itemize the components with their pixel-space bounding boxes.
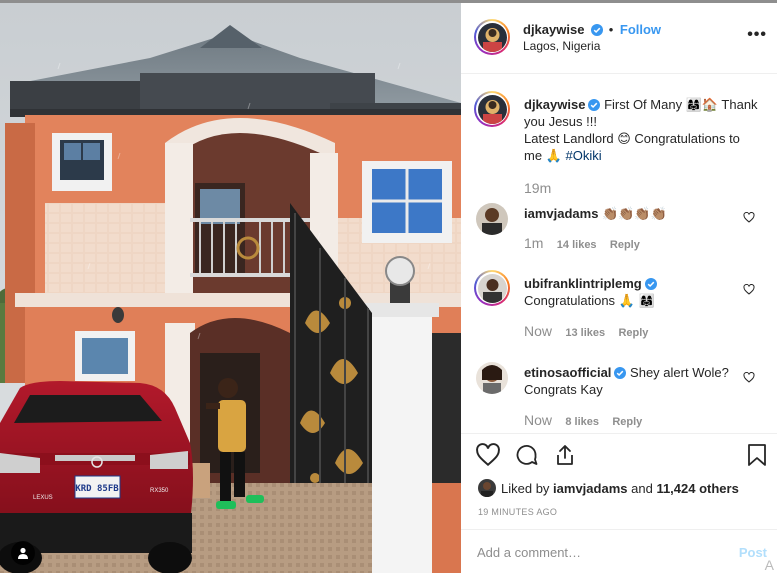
- heart-icon[interactable]: [743, 372, 755, 383]
- caption: djkaywise First Of Many 👩‍👩‍👧🏠 Thank you…: [524, 96, 760, 164]
- post-photo[interactable]: KRD 85FB LEXUS RX350: [0, 3, 461, 573]
- share-icon[interactable]: [553, 443, 577, 467]
- heart-icon[interactable]: [475, 443, 501, 467]
- comment-text: Congratulations 🙏 👩‍👩‍👧: [524, 293, 655, 308]
- comment-text: 👏🏽👏🏽👏🏽👏🏽: [602, 206, 667, 221]
- avatar-image: [478, 479, 496, 497]
- post-comment-button[interactable]: Post: [739, 545, 767, 560]
- more-icon[interactable]: •••: [747, 27, 767, 43]
- add-comment-input[interactable]: Add a comment…: [477, 545, 581, 560]
- bookmark-icon[interactable]: [747, 443, 767, 467]
- liked-by-prefix: Liked by: [501, 481, 550, 496]
- comment-reply-button[interactable]: Reply: [612, 416, 642, 428]
- liked-by-and: and: [631, 481, 653, 496]
- comment-avatar[interactable]: [476, 362, 508, 394]
- caption-username[interactable]: djkaywise: [524, 97, 585, 112]
- avatar-image: [476, 362, 508, 394]
- comment-avatar[interactable]: [476, 203, 508, 235]
- corner-glyph: A: [764, 557, 774, 573]
- car-brand-text: LEXUS: [33, 495, 53, 501]
- avatar-image: [477, 22, 507, 52]
- post-header: djkaywise • Follow Lagos, Nigeria •••: [461, 3, 777, 74]
- comment-icon[interactable]: [514, 443, 539, 467]
- avatar-image: [476, 203, 508, 235]
- avatar-image: [477, 273, 507, 303]
- heart-icon[interactable]: [743, 212, 755, 223]
- tagged-users-button[interactable]: [11, 541, 35, 565]
- license-plate-text: KRD 85FB: [75, 484, 119, 494]
- comment-meta: Now 8 likes Reply: [524, 412, 642, 428]
- comment-username[interactable]: iamvjadams: [524, 206, 598, 221]
- add-comment-bar: Add a comment… Post: [461, 529, 777, 574]
- verified-icon: [591, 24, 604, 36]
- comment-likes[interactable]: 8 likes: [565, 416, 599, 428]
- comment: iamvjadams 👏🏽👏🏽👏🏽👏🏽: [524, 205, 760, 222]
- verified-icon: [614, 367, 627, 379]
- comment-likes[interactable]: 14 likes: [557, 239, 597, 251]
- verified-icon: [644, 278, 657, 290]
- post-actions: Liked by iamvjadams and 11,424 others 19…: [461, 433, 777, 530]
- verified-icon: [588, 99, 601, 111]
- comment-username[interactable]: etinosaofficial: [524, 365, 611, 380]
- liked-by-avatar[interactable]: [478, 479, 496, 497]
- caption-avatar[interactable]: [474, 91, 510, 127]
- post-location[interactable]: Lagos, Nigeria: [523, 39, 600, 53]
- house-photo-illustration: KRD 85FB LEXUS RX350: [0, 3, 461, 573]
- author-username[interactable]: djkaywise: [523, 22, 584, 37]
- caption-line-2: Latest Landlord 😊 Congratulations to me …: [524, 131, 740, 163]
- separator-dot: •: [608, 22, 614, 37]
- comment-username[interactable]: ubifranklintriplemg: [524, 276, 642, 291]
- comment-avatar[interactable]: [474, 270, 510, 306]
- liked-by-username[interactable]: iamvjadams: [553, 481, 627, 496]
- caption-time[interactable]: 19m: [524, 180, 551, 196]
- caption-meta: 19m: [524, 180, 551, 196]
- liked-by-count[interactable]: 11,424 others: [656, 481, 738, 496]
- heart-icon[interactable]: [743, 284, 755, 295]
- avatar-image: [477, 94, 507, 124]
- comment: etinosaofficial Shey alert Wole? Congrat…: [524, 364, 760, 398]
- caption-hashtag[interactable]: #Okiki: [565, 148, 601, 163]
- comment-reply-button[interactable]: Reply: [610, 239, 640, 251]
- comment-time[interactable]: Now: [524, 323, 552, 339]
- comments-list[interactable]: djkaywise First Of Many 👩‍👩‍👧🏠 Thank you…: [461, 74, 777, 432]
- comment-meta: 1m 14 likes Reply: [524, 235, 640, 251]
- comment-time[interactable]: Now: [524, 412, 552, 428]
- comment: ubifranklintriplemg Congratulations 🙏 👩‍…: [524, 275, 760, 309]
- comment-reply-button[interactable]: Reply: [618, 327, 648, 339]
- liked-by: Liked by iamvjadams and 11,424 others: [478, 479, 739, 497]
- comment-meta: Now 13 likes Reply: [524, 323, 648, 339]
- header-user-line: djkaywise • Follow: [523, 22, 661, 38]
- author-avatar[interactable]: [474, 19, 510, 55]
- post-side-panel: djkaywise • Follow Lagos, Nigeria ••• dj…: [461, 3, 777, 573]
- comment-time[interactable]: 1m: [524, 235, 543, 251]
- comment-likes[interactable]: 13 likes: [565, 327, 605, 339]
- user-tag-icon: [18, 547, 28, 559]
- follow-button[interactable]: Follow: [620, 22, 661, 37]
- post-timestamp[interactable]: 19 MINUTES AGO: [478, 507, 557, 517]
- car-model-text: RX350: [150, 488, 169, 494]
